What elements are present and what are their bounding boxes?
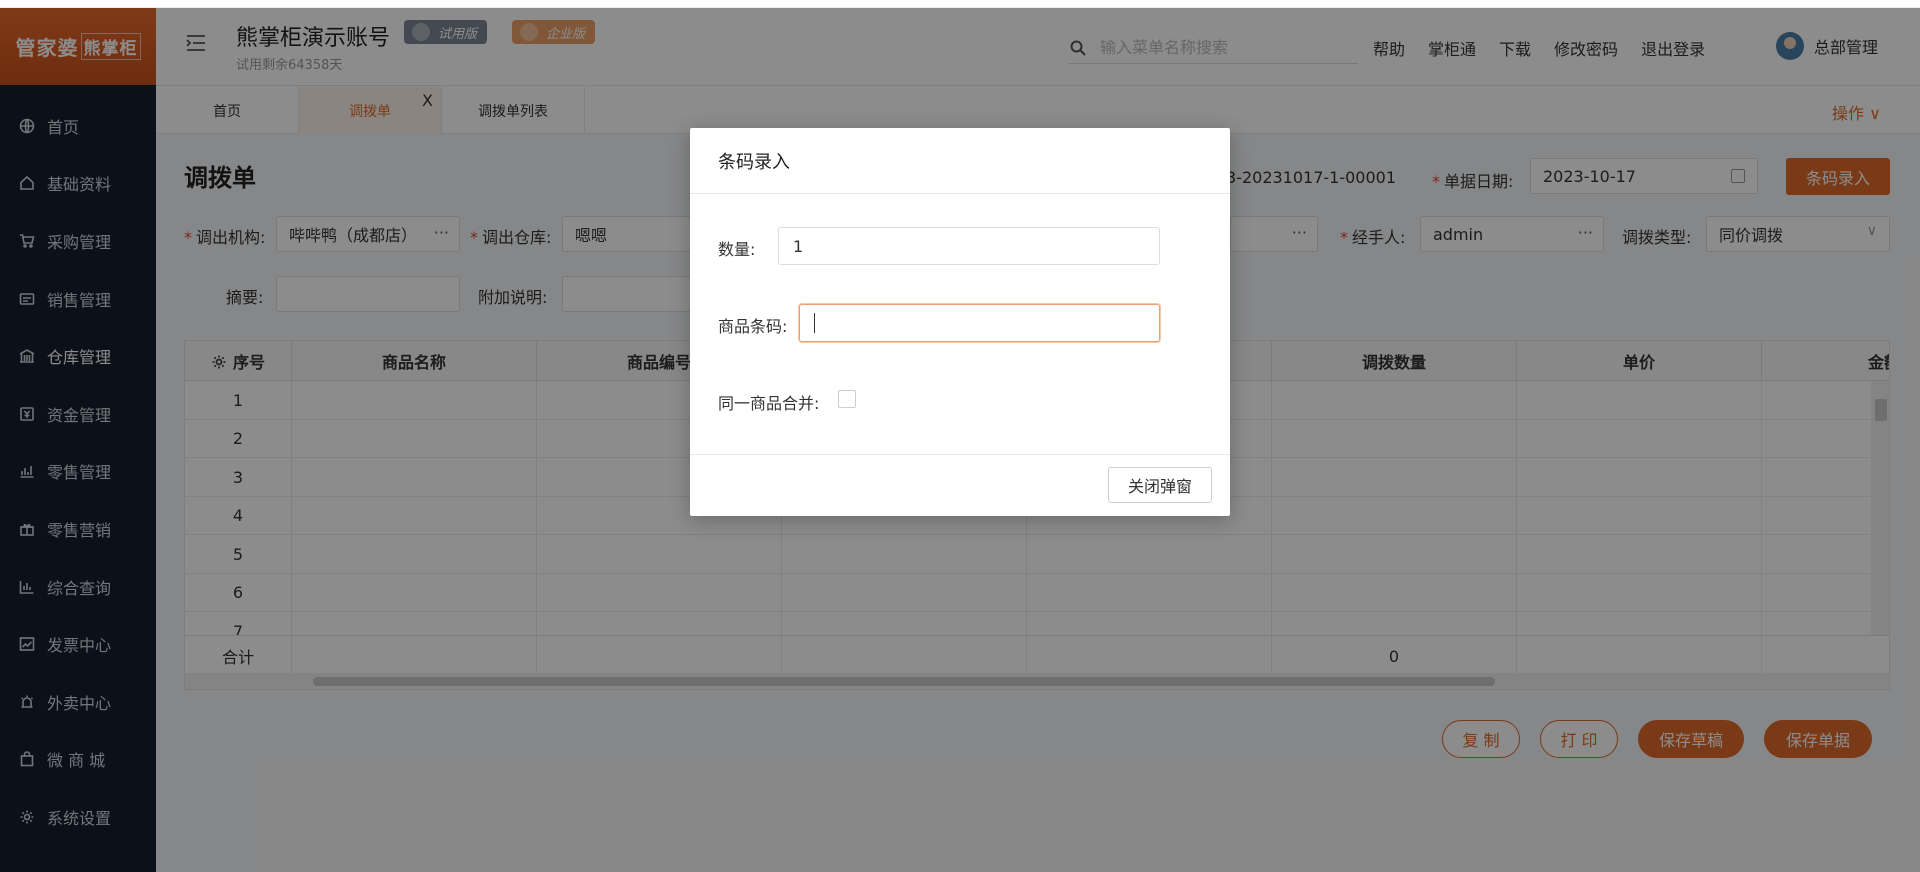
merge-checkbox[interactable]: [838, 390, 856, 408]
close-modal-button[interactable]: 关闭弹窗: [1108, 467, 1212, 503]
barcode-entry-modal: 条码录入 数量: 1 商品条码: 同一商品合并: 关闭弹窗: [690, 128, 1230, 516]
barcode-label: 商品条码:: [718, 317, 788, 336]
text-caret: [814, 313, 815, 333]
quantity-value: 1: [793, 236, 804, 256]
quantity-label: 数量:: [718, 240, 756, 259]
merge-label: 同一商品合并:: [718, 394, 820, 413]
barcode-input[interactable]: [799, 304, 1160, 342]
quantity-input[interactable]: 1: [778, 227, 1160, 265]
modal-footer: 关闭弹窗: [690, 454, 1230, 516]
browser-top-strip: [0, 0, 1920, 8]
modal-title: 条码录入: [690, 128, 1230, 194]
